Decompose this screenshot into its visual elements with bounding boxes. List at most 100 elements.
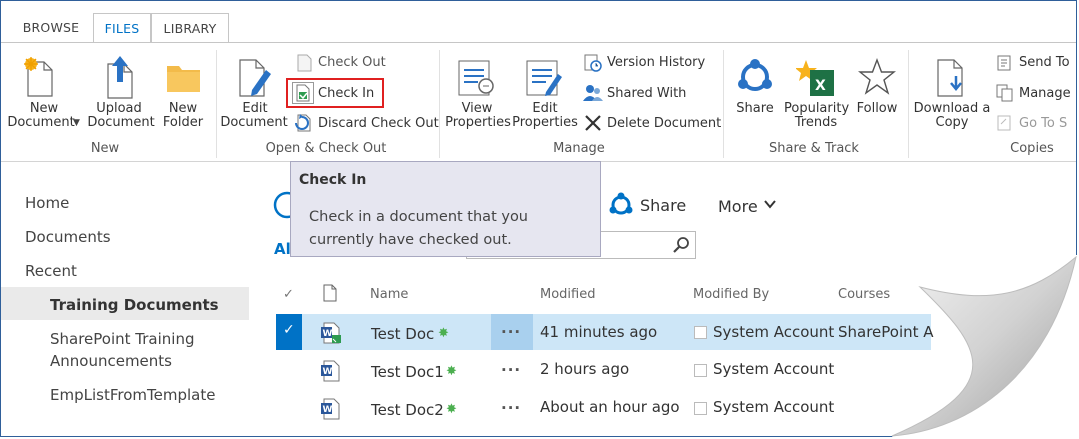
new-item-sparkle-icon: ✸ — [446, 402, 457, 417]
column-header-name[interactable]: Name — [370, 287, 408, 302]
popularity-trends-label-2: Trends — [794, 115, 838, 130]
column-header-modified-by[interactable]: Modified By — [693, 287, 769, 302]
chevron-down-icon — [763, 196, 777, 210]
presence-indicator — [694, 402, 707, 415]
new-document-icon — [24, 57, 53, 97]
column-header-courses[interactable]: Courses — [838, 287, 890, 302]
ribbon-separator — [439, 50, 440, 158]
discard-check-out-button[interactable]: Discard Check Out — [318, 116, 439, 131]
row-name[interactable]: Test Doc1 — [371, 363, 444, 381]
upload-icon — [107, 56, 133, 99]
version-history-button[interactable]: Version History — [607, 55, 705, 70]
file-type-icon — [322, 284, 338, 302]
view-properties-icon — [458, 60, 494, 96]
tab-library[interactable]: LIBRARY — [151, 13, 229, 44]
share-ribbon-button[interactable] — [736, 58, 774, 96]
share-command-button[interactable]: Share — [640, 196, 686, 215]
send-to-button[interactable]: Send To — [1019, 55, 1070, 70]
table-row[interactable]: W Test Doc2 ✸ ··· About an hour ago Syst… — [276, 390, 931, 426]
row-ellipsis-button[interactable]: ··· — [491, 314, 533, 350]
nav-announcements[interactable]: Announcements — [50, 352, 172, 370]
group-label-open-check-out: Open & Check Out — [265, 141, 387, 156]
manage-copies-button[interactable]: Manage — [1019, 86, 1071, 101]
svg-text:W: W — [323, 367, 333, 377]
shared-with-icon — [583, 84, 603, 102]
row-select-checkbox[interactable]: ✓ — [276, 314, 302, 350]
delete-document-button[interactable]: Delete Document — [607, 116, 721, 131]
upload-label-2: Document — [87, 115, 155, 130]
download-copy-label-2: Copy — [935, 115, 969, 130]
row-ellipsis-button[interactable]: ··· — [501, 399, 521, 417]
view-properties-label-2: Properties — [445, 115, 511, 130]
search-icon[interactable] — [673, 236, 691, 254]
send-to-icon — [996, 54, 1014, 72]
new-folder-label-1: New — [168, 101, 198, 116]
upload-document-button[interactable] — [102, 54, 138, 100]
check-in-icon — [292, 82, 314, 104]
tooltip-body-line-1: Check in a document that you — [309, 209, 529, 225]
nav-sharepoint-training[interactable]: SharePoint Training — [50, 330, 195, 348]
row-modified-by[interactable]: System Account — [713, 398, 834, 416]
edit-properties-button[interactable] — [524, 58, 566, 98]
new-item-sparkle-icon: ✸ — [438, 326, 449, 341]
shared-with-button[interactable]: Shared With — [607, 86, 686, 101]
view-properties-button[interactable] — [456, 58, 498, 98]
tooltip-title: Check In — [299, 172, 367, 188]
nav-training-documents[interactable]: Training Documents — [50, 296, 219, 314]
upload-label-1: Upload — [96, 101, 142, 116]
word-doc-checked-out-icon: W — [320, 322, 342, 344]
download-copy-button[interactable] — [934, 58, 970, 100]
check-in-button[interactable]: Check In — [318, 86, 374, 101]
popularity-trends-button[interactable]: X — [795, 58, 836, 98]
ribbon-separator — [216, 50, 217, 158]
manage-copies-icon — [996, 84, 1014, 102]
nav-documents[interactable]: Documents — [25, 228, 111, 246]
new-document-button[interactable] — [22, 56, 58, 100]
more-command-button[interactable]: More — [718, 197, 758, 216]
all-documents-view-link[interactable]: Al — [274, 240, 291, 258]
edit-properties-icon — [526, 60, 562, 96]
check-out-button[interactable]: Check Out — [318, 55, 386, 70]
new-item-icon[interactable] — [272, 190, 290, 220]
delete-icon — [584, 114, 602, 132]
row-modified: About an hour ago — [540, 398, 680, 416]
select-all-checkmark-icon[interactable]: ✓ — [283, 287, 294, 302]
table-row[interactable]: W Test Doc1 ✸ ··· 2 hours ago System Acc… — [276, 352, 931, 388]
new-folder-button[interactable] — [166, 60, 202, 96]
edit-properties-label-2: Properties — [512, 115, 578, 130]
follow-button[interactable] — [858, 58, 896, 96]
column-header-modified[interactable]: Modified — [540, 287, 595, 302]
word-doc-icon: W — [320, 398, 342, 420]
row-name[interactable]: Test Doc — [371, 325, 434, 343]
new-folder-label-2: Folder — [162, 115, 204, 130]
go-to-source-button[interactable]: Go To S — [1019, 116, 1067, 131]
star-icon — [858, 58, 896, 95]
edit-document-button[interactable] — [236, 56, 274, 100]
folder-icon — [167, 66, 200, 92]
row-ellipsis-button[interactable]: ··· — [501, 361, 521, 379]
download-icon — [937, 59, 963, 97]
tab-files[interactable]: FILES — [93, 13, 151, 45]
ribbon-separator — [908, 50, 909, 158]
row-modified-by[interactable]: System Account — [713, 323, 834, 341]
dropdown-arrow-icon[interactable]: ▼ — [73, 118, 80, 128]
nav-emplistfromtemplate[interactable]: EmpListFromTemplate — [50, 386, 215, 404]
group-label-share-track: Share & Track — [769, 141, 859, 156]
group-label-copies: Copies — [1010, 141, 1054, 156]
table-row[interactable]: ✓ W Test Doc ✸ ··· 41 minutes ago System… — [276, 314, 934, 350]
edit-properties-label-1: Edit — [532, 101, 558, 116]
tooltip-body-line-2: currently have checked out. — [309, 232, 512, 248]
go-to-source-icon — [996, 114, 1014, 132]
share-command-icon[interactable] — [608, 192, 634, 218]
row-modified: 2 hours ago — [540, 360, 630, 378]
group-label-manage: Manage — [553, 141, 605, 156]
nav-home[interactable]: Home — [25, 194, 69, 212]
row-modified-by[interactable]: System Account — [713, 360, 834, 378]
presence-indicator — [694, 364, 707, 377]
presence-indicator — [694, 326, 707, 339]
discard-check-out-icon — [294, 113, 314, 133]
checkmark-icon: ✓ — [283, 322, 295, 338]
share-ribbon-label: Share — [736, 101, 774, 116]
row-name[interactable]: Test Doc2 — [371, 401, 444, 419]
tab-browse[interactable]: BROWSE — [13, 13, 89, 43]
